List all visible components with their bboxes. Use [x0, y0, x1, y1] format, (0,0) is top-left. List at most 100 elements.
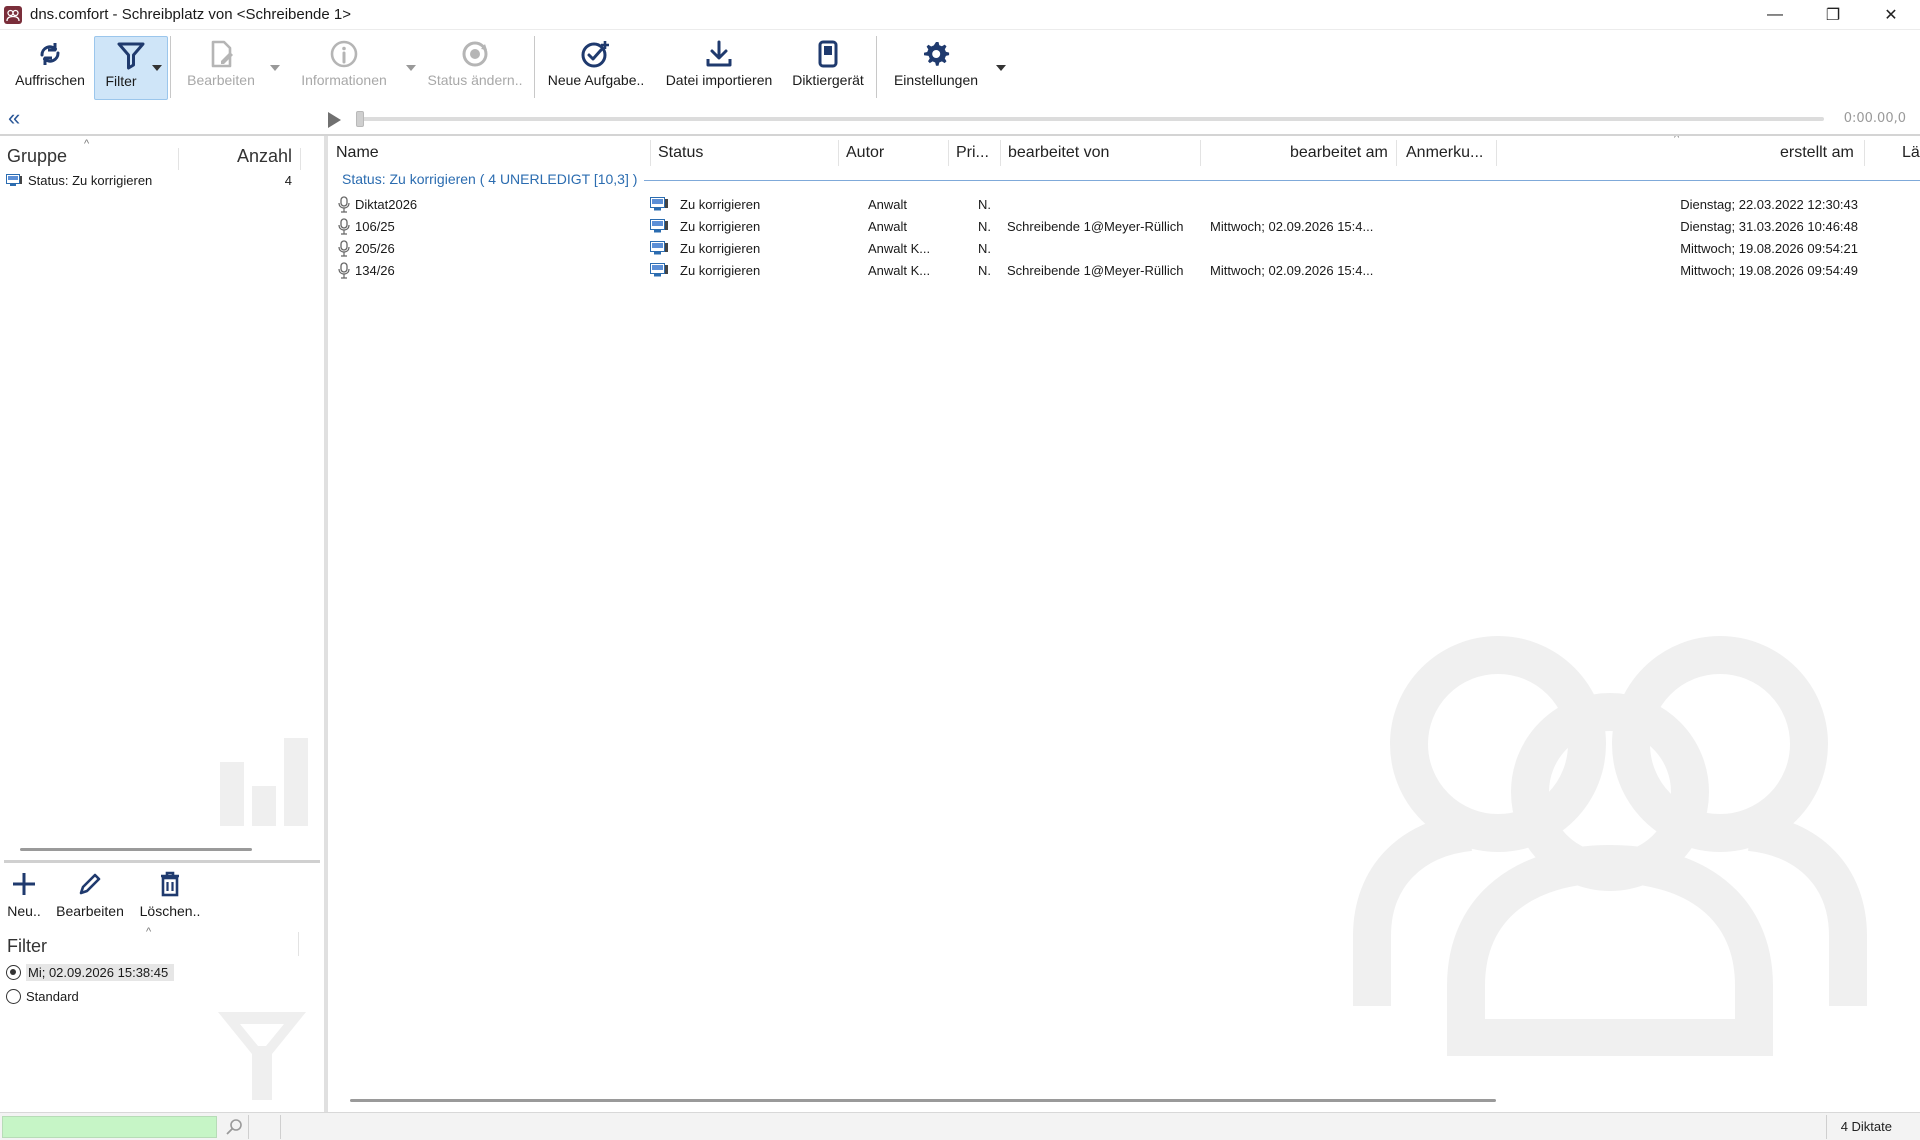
- main-toolbar: Auffrischen Filter Bearbeiten Informatio…: [0, 30, 1920, 104]
- settings-button[interactable]: Einstellungen: [886, 36, 986, 100]
- group-list-scrollbar[interactable]: [20, 848, 252, 851]
- delete-filter-label: Löschen..: [139, 903, 201, 919]
- left-panel-splitter[interactable]: [4, 860, 320, 863]
- column-header-priority[interactable]: Pri...: [956, 144, 989, 162]
- group-row[interactable]: Status: Zu korrigieren 4: [4, 172, 296, 190]
- change-status-label: Status ändern..: [427, 72, 523, 88]
- search-icon[interactable]: [224, 1117, 244, 1140]
- edit-dropdown-arrow[interactable]: [268, 58, 282, 78]
- cell-created: Dienstag; 22.03.2022 12:30:43: [1680, 197, 1858, 212]
- collapse-panel-button[interactable]: «: [8, 107, 20, 129]
- column-header-note[interactable]: Anmerku...: [1406, 144, 1483, 162]
- cell-status: Zu korrigieren: [680, 197, 761, 212]
- new-filter-label: Neu..: [7, 903, 41, 919]
- info-button[interactable]: Informationen: [294, 36, 394, 100]
- cell-status: Zu korrigieren: [680, 241, 761, 256]
- filter-option[interactable]: Standard: [6, 986, 79, 1006]
- cell-name: Diktat2026: [355, 197, 418, 212]
- refresh-label: Auffrischen: [15, 72, 85, 88]
- cell-priority: N.: [978, 219, 991, 234]
- playback-slider[interactable]: [358, 117, 1824, 121]
- table-row[interactable]: 106/25 Zu korrigieren Anwalt N. Schreibende …: [328, 216, 1920, 238]
- cell-created: Dienstag; 31.03.2026 10:46:48: [1680, 219, 1858, 234]
- cell-priority: N.: [978, 241, 991, 256]
- dictation-device-button[interactable]: Diktiergerät: [786, 36, 870, 100]
- minimize-button[interactable]: —: [1746, 0, 1804, 30]
- edit-label: Bearbeiten: [187, 72, 255, 88]
- count-column-header[interactable]: Anzahl: [237, 146, 292, 167]
- filter-dropdown-arrow[interactable]: [150, 58, 164, 78]
- import-file-button[interactable]: Datei importieren: [658, 36, 780, 100]
- radio-selected[interactable]: [6, 964, 21, 980]
- microphone-icon: [338, 262, 350, 282]
- column-header-edited-on[interactable]: bearbeitet am: [1290, 144, 1388, 162]
- cell-author: Anwalt K...: [868, 241, 931, 256]
- list-header: Name Status Autor Pri... bearbeitet von …: [328, 136, 1920, 170]
- status-correction-icon: [650, 263, 668, 281]
- window-title: dns.comfort - Schreibplatz von <Schreibe…: [30, 6, 352, 23]
- cell-author: Anwalt K...: [868, 263, 931, 278]
- group-caption[interactable]: Status: Zu korrigieren ( 4 UNERLEDIGT [1…: [342, 171, 637, 187]
- column-header-name[interactable]: Name: [336, 144, 379, 162]
- title-bar: dns.comfort - Schreibplatz von <Schreibe…: [0, 0, 1920, 30]
- audio-player: « 0:00.00,0: [0, 104, 1920, 134]
- new-task-button[interactable]: Neue Aufgabe..: [542, 36, 650, 100]
- cell-author: Anwalt: [868, 197, 908, 212]
- search-input[interactable]: [2, 1116, 217, 1138]
- edit-button[interactable]: Bearbeiten: [180, 36, 262, 100]
- status-correction-icon: [650, 219, 668, 237]
- cell-priority: N.: [978, 263, 991, 278]
- status-bar: 4 Diktate: [0, 1112, 1920, 1140]
- left-panel: Gruppe ^ Anzahl Status: Zu korrigieren 4…: [0, 136, 326, 1112]
- cell-created: Mittwoch; 19.08.2026 09:54:21: [1680, 241, 1858, 256]
- dictation-count: 4 Diktate: [1840, 1119, 1892, 1134]
- download-icon: [704, 36, 734, 72]
- status-correction-icon: [650, 241, 668, 259]
- radio-unselected[interactable]: [6, 988, 21, 1004]
- play-icon[interactable]: [328, 112, 341, 128]
- close-button[interactable]: ✕: [1862, 0, 1920, 30]
- status-correction-icon: [6, 174, 22, 187]
- funnel-watermark-icon: [214, 1006, 310, 1109]
- delete-filter-button[interactable]: Löschen..: [136, 870, 204, 919]
- status-correction-icon: [650, 197, 668, 215]
- sort-indicator-icon: ^: [146, 926, 152, 938]
- column-header-created[interactable]: erstellt am: [1780, 144, 1854, 162]
- cell-edited-on: Mittwoch; 02.09.2026 15:4...: [1210, 219, 1374, 234]
- change-status-button[interactable]: Status ändern..: [424, 36, 526, 100]
- cell-created: Mittwoch; 19.08.2026 09:54:49: [1680, 263, 1858, 278]
- playback-slider-thumb[interactable]: [356, 111, 364, 127]
- device-icon: [816, 36, 840, 72]
- table-row[interactable]: Diktat2026 Zu korrigieren Anwalt N. Dienstag…: [328, 194, 1920, 216]
- group-count: 4: [284, 173, 292, 188]
- refresh-button[interactable]: Auffrischen: [8, 36, 92, 100]
- column-header-status[interactable]: Status: [658, 144, 703, 162]
- cell-edited-by: Schreibende 1@Meyer-Rüllich: [1007, 263, 1184, 278]
- status-cycle-icon: [459, 36, 491, 72]
- dictation-device-label: Diktiergerät: [792, 72, 864, 88]
- cell-name: 134/26: [355, 263, 395, 278]
- filter-option[interactable]: Mi; 02.09.2026 15:38:45: [6, 962, 175, 982]
- sort-indicator-icon: ^: [84, 138, 90, 150]
- edit-filter-button[interactable]: Bearbeiten: [52, 870, 128, 919]
- info-dropdown-arrow[interactable]: [404, 58, 418, 78]
- playback-time: 0:00.00,0: [1843, 111, 1906, 126]
- edit-document-icon: [206, 36, 236, 72]
- table-row[interactable]: 205/26 Zu korrigieren Anwalt K... N. Mittwoc…: [328, 238, 1920, 260]
- chart-watermark-icon: [218, 734, 312, 831]
- cell-name: 106/25: [355, 219, 395, 234]
- column-header-edited-by[interactable]: bearbeitet von: [1008, 144, 1109, 162]
- table-row[interactable]: 134/26 Zu korrigieren Anwalt K... N. Schreib…: [328, 260, 1920, 282]
- dictation-list: Name Status Autor Pri... bearbeitet von …: [328, 136, 1920, 1112]
- group-column-header[interactable]: Gruppe: [7, 146, 67, 167]
- restore-button[interactable]: ❐: [1804, 0, 1862, 30]
- filter-column-header[interactable]: Filter: [7, 936, 47, 957]
- column-header-length[interactable]: Lä: [1902, 144, 1920, 162]
- filter-label: Filter: [105, 73, 137, 89]
- cell-priority: N.: [978, 197, 991, 212]
- import-file-label: Datei importieren: [665, 72, 773, 88]
- list-horizontal-scrollbar[interactable]: [350, 1099, 1496, 1102]
- new-filter-button[interactable]: Neu..: [6, 870, 42, 919]
- settings-dropdown-arrow[interactable]: [994, 58, 1008, 78]
- column-header-author[interactable]: Autor: [846, 144, 884, 162]
